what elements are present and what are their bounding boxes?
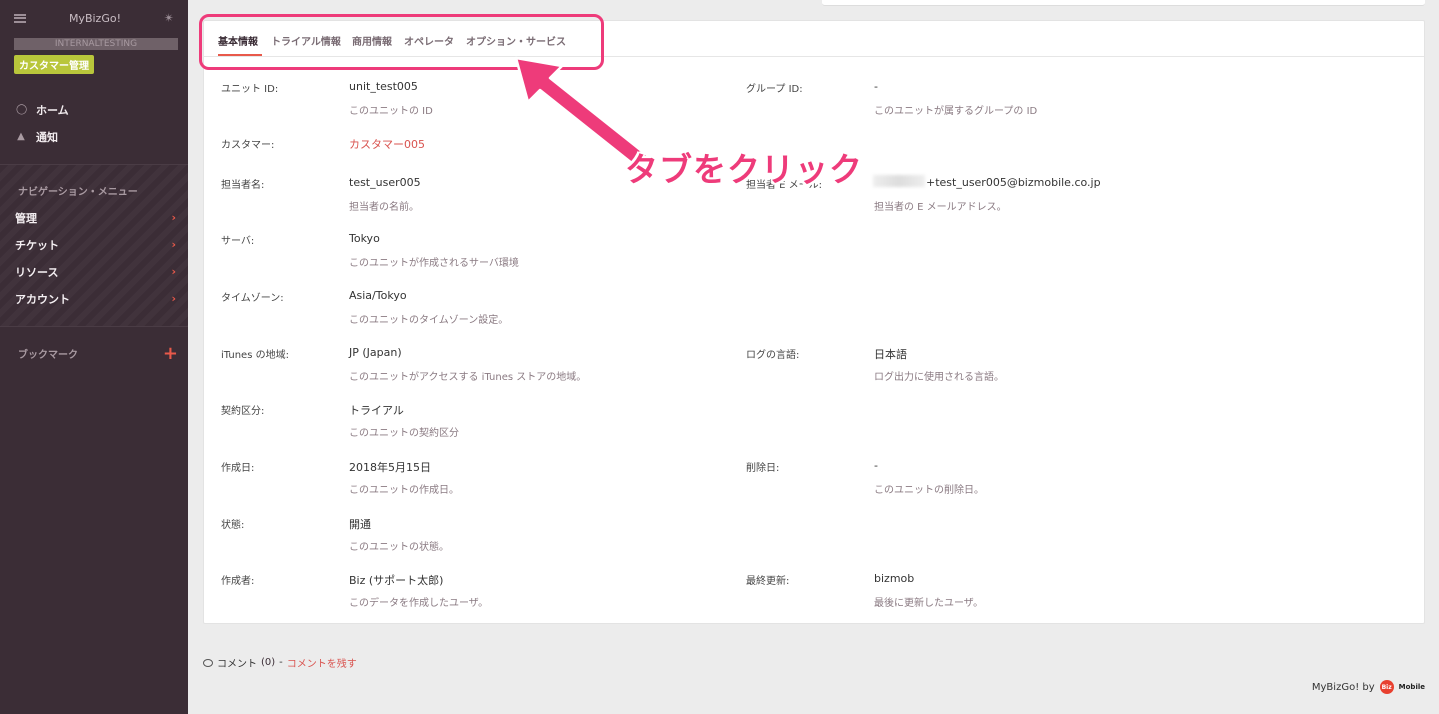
status-value: 開通: [349, 518, 371, 531]
person-value: test_user005: [349, 176, 421, 189]
email-desc: 担当者の E メールアドレス。: [874, 202, 1007, 213]
sidebar-item-label: 管理: [15, 211, 37, 225]
home-circle-icon: ◯: [16, 104, 28, 115]
timezone-value: Asia/Tokyo: [349, 289, 407, 302]
redacted-email-prefix: [873, 175, 925, 187]
server-value: Tokyo: [349, 232, 380, 245]
sidebar-item-management[interactable]: 管理 ›: [0, 204, 188, 231]
footer-text: MyBizGo! by: [1311, 681, 1375, 693]
add-bookmark-icon[interactable]: +: [163, 343, 178, 364]
bookmark-label: ブックマーク: [18, 350, 78, 361]
itunes-region-label: iTunes の地域:: [221, 350, 289, 361]
chevron-right-icon: ›: [171, 238, 176, 251]
comment-bubble-icon: [203, 658, 213, 667]
email-value: +test_user005@bizmobile.co.jp: [926, 176, 1101, 189]
pin-icon[interactable]: ✴: [164, 11, 174, 25]
itunes-region-desc: このユニットがアクセスする iTunes ストアの地域。: [349, 372, 587, 383]
created-date-label: 作成日:: [221, 463, 255, 474]
navigation-menu: ナビゲーション・メニュー 管理 › チケット › リソース › アカウント ›: [0, 165, 188, 326]
sidebar-item-notifications[interactable]: ▲ 通知: [0, 123, 188, 150]
bizmobile-logo-icon: Biz: [1379, 680, 1394, 694]
status-label: 状態:: [221, 520, 245, 531]
chevron-right-icon: ›: [171, 211, 176, 224]
comments-count: (0): [261, 657, 276, 668]
log-language-label: ログの言語:: [746, 350, 800, 361]
sidebar-item-label: アカウント: [15, 292, 70, 306]
customer-label: カスタマー:: [221, 140, 275, 151]
created-date-value: 2018年5月15日: [349, 461, 431, 474]
creator-label: 作成者:: [221, 576, 255, 587]
comments-bar: コメント (0) - コメントを残す: [203, 655, 357, 670]
contract-type-value: トライアル: [349, 404, 404, 417]
customer-link[interactable]: カスタマー005: [349, 136, 425, 152]
sidebar: MyBizGo! ✴ INTERNALTESTING カスタマー管理 ◯ ホーム…: [0, 0, 188, 714]
last-updated-label: 最終更新:: [746, 576, 790, 587]
timezone-desc: このユニットのタイムゾーン設定。: [349, 315, 509, 326]
customer-management-badge[interactable]: カスタマー管理: [14, 55, 94, 74]
deleted-date-label: 削除日:: [746, 463, 780, 474]
contract-type-label: 契約区分:: [221, 406, 265, 417]
group-id-value: -: [874, 80, 878, 93]
deleted-date-value: -: [874, 459, 878, 472]
log-language-desc: ログ出力に使用される言語。: [874, 372, 1004, 383]
unit-id-desc: このユニットの ID: [349, 106, 433, 117]
hamburger-menu-icon[interactable]: [14, 13, 26, 23]
chevron-right-icon: ›: [171, 292, 176, 305]
unit-id-value: unit_test005: [349, 80, 418, 93]
chevron-right-icon: ›: [171, 265, 176, 278]
sidebar-item-label: リソース: [15, 265, 59, 279]
nav-heading: ナビゲーション・メニュー: [18, 187, 138, 198]
contract-type-desc: このユニットの契約区分: [349, 428, 459, 439]
app-name: MyBizGo!: [68, 11, 121, 25]
bizmobile-logo-text: Mobile: [1398, 683, 1425, 691]
comments-separator: -: [279, 657, 283, 668]
comments-label: コメント: [217, 659, 257, 670]
footer: MyBizGo! by Biz Mobile: [1312, 680, 1425, 694]
creator-value: Biz (サポート太郎): [349, 574, 444, 587]
group-id-label: グループ ID:: [746, 84, 803, 95]
server-desc: このユニットが作成されるサーバ環境: [349, 258, 519, 269]
sidebar-item-tickets[interactable]: チケット ›: [0, 231, 188, 258]
previous-panel-edge: [822, 0, 1425, 6]
status-desc: このユニットの状態。: [349, 542, 449, 553]
unit-detail-panel: 基本情報 トライアル情報 商用情報 オペレータ オプション・サービス ユニット …: [203, 20, 1425, 624]
sidebar-item-label: チケット: [15, 238, 59, 252]
log-language-value: 日本語: [874, 348, 907, 361]
unit-id-label: ユニット ID:: [221, 84, 279, 95]
sidebar-item-resources[interactable]: リソース ›: [0, 258, 188, 285]
server-label: サーバ:: [221, 236, 255, 247]
group-id-desc: このユニットが属するグループの ID: [874, 106, 1038, 117]
sidebar-item-label: 通知: [36, 130, 58, 144]
sidebar-item-home[interactable]: ◯ ホーム: [0, 96, 188, 123]
add-comment-link[interactable]: コメントを残す: [287, 655, 357, 670]
last-updated-value: bizmob: [874, 572, 915, 585]
person-label: 担当者名:: [221, 180, 265, 191]
annotation-text: タブをクリック: [625, 150, 863, 189]
creator-desc: このデータを作成したユーザ。: [349, 598, 489, 609]
sidebar-header: MyBizGo! ✴: [0, 0, 188, 36]
itunes-region-value: JP (Japan): [349, 346, 402, 359]
deleted-date-desc: このユニットの削除日。: [874, 485, 984, 496]
person-desc: 担当者の名前。: [349, 202, 419, 213]
timezone-label: タイムゾーン:: [221, 293, 284, 304]
last-updated-desc: 最後に更新したユーザ。: [874, 598, 984, 609]
created-date-desc: このユニットの作成日。: [349, 485, 459, 496]
sidebar-item-label: ホーム: [36, 103, 69, 117]
sidebar-item-account[interactable]: アカウント ›: [0, 285, 188, 312]
bell-icon: ▲: [17, 131, 25, 142]
bookmark-section: ブックマーク +: [0, 327, 188, 364]
tenant-label: INTERNALTESTING: [14, 38, 178, 50]
